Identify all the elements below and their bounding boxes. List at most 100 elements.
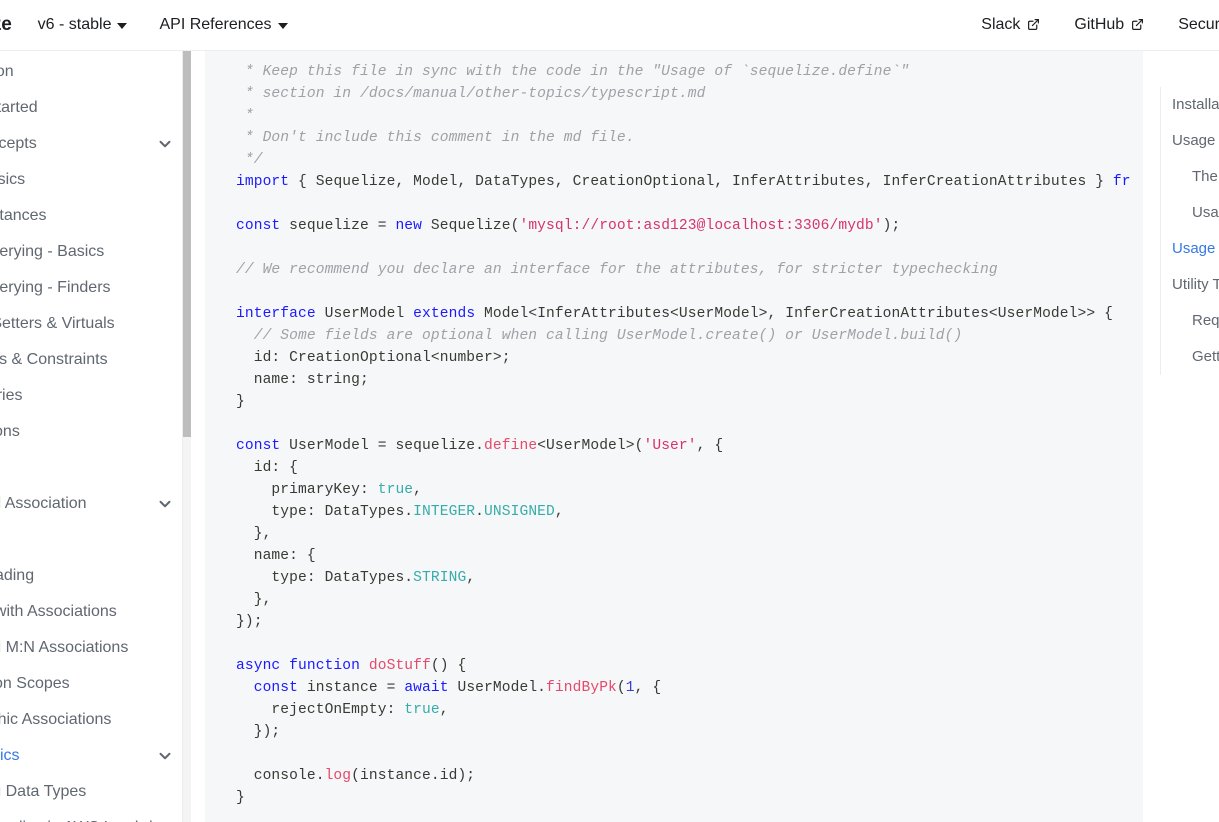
sidebar-item-core-concepts[interactable]: Core Concepts: [0, 126, 182, 162]
sidebar-nav-list: Introduction Getting Started Core Concepts…: [0, 51, 182, 822]
sidebar-item-introduction[interactable]: Introduction: [0, 54, 182, 90]
nav-link-slack[interactable]: Slack: [964, 16, 1057, 34]
sidebar-item-getters-setters-virtuals[interactable]: Getters, Setters & Virtuals: [0, 306, 182, 342]
sidebar-item-polymorphic-associations[interactable]: Polymorphic Associations: [0, 702, 182, 738]
sidebar-item-label: Association Scopes: [0, 675, 70, 692]
code-token: // We recommend you declare an interface…: [236, 262, 998, 278]
sidebar-item-creating-with-associations[interactable]: Creating with Associations: [0, 594, 182, 630]
api-references-label: API References: [159, 16, 272, 33]
sidebar-item-model-querying-finders[interactable]: Model Querying - Finders: [0, 270, 182, 306]
toc-list: Installation Usage The example below Usage …: [1160, 87, 1219, 375]
code-token: findByPk: [546, 680, 617, 696]
code-token: await: [404, 680, 449, 696]
left-sidebar: Introduction Getting Started Core Concepts…: [0, 51, 183, 822]
sidebar-scrollbar-thumb[interactable]: [183, 51, 191, 437]
sidebar-item-eager-loading[interactable]: Eager Loading: [0, 558, 182, 594]
external-link-icon: [1027, 18, 1040, 31]
code-token: true: [404, 702, 440, 718]
code-token: // Some fields are optional when calling…: [236, 328, 963, 344]
sidebar-item-association-scopes[interactable]: Association Scopes: [0, 666, 182, 702]
sidebar-item-other-topics[interactable]: Other Topics: [0, 738, 182, 774]
sidebar-item-advanced-m-n-associations[interactable]: Advanced M:N Associations: [0, 630, 182, 666]
code-token: Sequelize(: [422, 218, 520, 234]
code-token: primaryKey:: [236, 482, 378, 498]
code-token: *: [236, 108, 254, 124]
sidebar-item-associations[interactable]: Associations: [0, 414, 182, 450]
code-token: */: [236, 152, 263, 168]
toc-item-installation[interactable]: Installation: [1172, 87, 1219, 123]
code-token: fr: [1112, 174, 1131, 190]
toc-item-usage-of-sequelize-define[interactable]: Usage of sequelize.define: [1172, 195, 1219, 231]
code-token: const: [236, 680, 299, 696]
sidebar-item-label: Other Topics: [0, 747, 20, 764]
code-token: define: [484, 438, 538, 454]
nav-link-security[interactable]: Securit: [1161, 16, 1219, 34]
sidebar-item-label: Core Concepts: [0, 135, 37, 152]
sidebar-item-advanced-association[interactable]: Advanced Association: [0, 486, 182, 522]
sidebar-item-validations-constraints[interactable]: Validations & Constraints: [0, 342, 182, 378]
code-token: name: {: [236, 548, 316, 564]
code-token: },: [236, 592, 272, 608]
sidebar-item-label: Extending Data Types: [0, 783, 87, 800]
toc-item-the-example-below[interactable]: The example below: [1172, 159, 1219, 195]
code-token: rejectOnEmpty:: [236, 702, 405, 718]
code-block: * Keep this file in sync with the code i…: [205, 51, 1143, 822]
chevron-down-icon[interactable]: [155, 494, 175, 514]
sidebar-item-raw-queries[interactable]: Raw Queries: [0, 378, 182, 414]
toc-item-label: Requests: [1192, 312, 1219, 329]
code-token: , {: [696, 438, 724, 454]
brand-logo[interactable]: ze: [0, 14, 22, 36]
code-token: type: DataTypes.: [236, 570, 414, 586]
chevron-down-icon[interactable]: [155, 746, 175, 766]
nav-link-github[interactable]: GitHub: [1057, 16, 1161, 34]
sidebar-item-model-basics[interactable]: Model Basics: [0, 162, 182, 198]
code-token: UserModel.: [448, 680, 547, 696]
table-of-contents: Installation Usage The example below Usage …: [1160, 51, 1219, 822]
chevron-down-icon: [277, 23, 288, 29]
sidebar-scrollbar-track[interactable]: [183, 51, 191, 822]
sidebar-item-getting-started[interactable]: Getting Started: [0, 90, 182, 126]
code-token: ,: [439, 702, 449, 718]
code-token: * section in /docs/manual/other-topics/t…: [236, 86, 706, 102]
code-token: 1: [625, 680, 635, 696]
code-token: .: [475, 504, 485, 520]
code-token: log: [324, 768, 352, 784]
chevron-down-icon: [117, 23, 128, 29]
code-content[interactable]: * Keep this file in sync with the code i…: [205, 61, 1143, 809]
toc-item-utility-types[interactable]: Utility Types: [1172, 267, 1219, 303]
chevron-down-icon[interactable]: [155, 134, 175, 154]
sidebar-item-using-sequelize-in-aws-lambda[interactable]: Using sequelize in AWS Lambda: [0, 810, 182, 822]
sidebar-item-model-querying-basics[interactable]: Model Querying - Basics: [0, 234, 182, 270]
api-references-dropdown[interactable]: API References: [143, 16, 303, 34]
code-token: (instance.id);: [351, 768, 476, 784]
nav-link-slack-label: Slack: [981, 16, 1021, 33]
toc-item-usage[interactable]: Usage: [1172, 123, 1219, 159]
code-token: UNSIGNED: [484, 504, 555, 520]
version-dropdown-label: v6 - stable: [37, 16, 112, 33]
sidebar-item-extending-data-types[interactable]: Extending Data Types: [0, 774, 182, 810]
navbar-left-group: ze v6 - stable API References: [0, 14, 304, 36]
code-token: }: [236, 394, 245, 410]
code-token: * Keep this file in sync with the code i…: [236, 64, 910, 80]
sidebar-item-label: Eager Loading: [0, 567, 35, 584]
code-token: name: string;: [236, 372, 369, 388]
sidebar-item-label: Advanced M:N Associations: [0, 639, 129, 656]
code-token: 'User': [643, 438, 697, 454]
sidebar-item-label: Introduction: [0, 63, 14, 80]
toc-item-requests[interactable]: Requests: [1172, 303, 1219, 339]
code-token: 'mysql://root:asd123@localhost:3306/mydb…: [519, 218, 883, 234]
toc-item-label: Usage of sequelize.define: [1172, 240, 1219, 257]
code-token: });: [236, 724, 281, 740]
toc-item-getting[interactable]: Getting: [1172, 339, 1219, 375]
toc-item-usage-of-sequelize-define[interactable]: Usage of sequelize.define: [1172, 231, 1219, 267]
code-token: const: [236, 218, 281, 234]
main-content: * Keep this file in sync with the code i…: [191, 51, 1160, 822]
sidebar-item-model-instances[interactable]: Model Instances: [0, 198, 182, 234]
sidebar-item-label: Model Instances: [0, 207, 47, 224]
nav-link-github-label: GitHub: [1074, 16, 1125, 33]
code-token: const: [236, 438, 281, 454]
code-token: extends: [413, 306, 476, 322]
toc-item-label: Installation: [1172, 96, 1219, 113]
navbar-right-group: Slack GitHub Securit: [964, 16, 1219, 34]
version-dropdown[interactable]: v6 - stable: [22, 16, 144, 34]
